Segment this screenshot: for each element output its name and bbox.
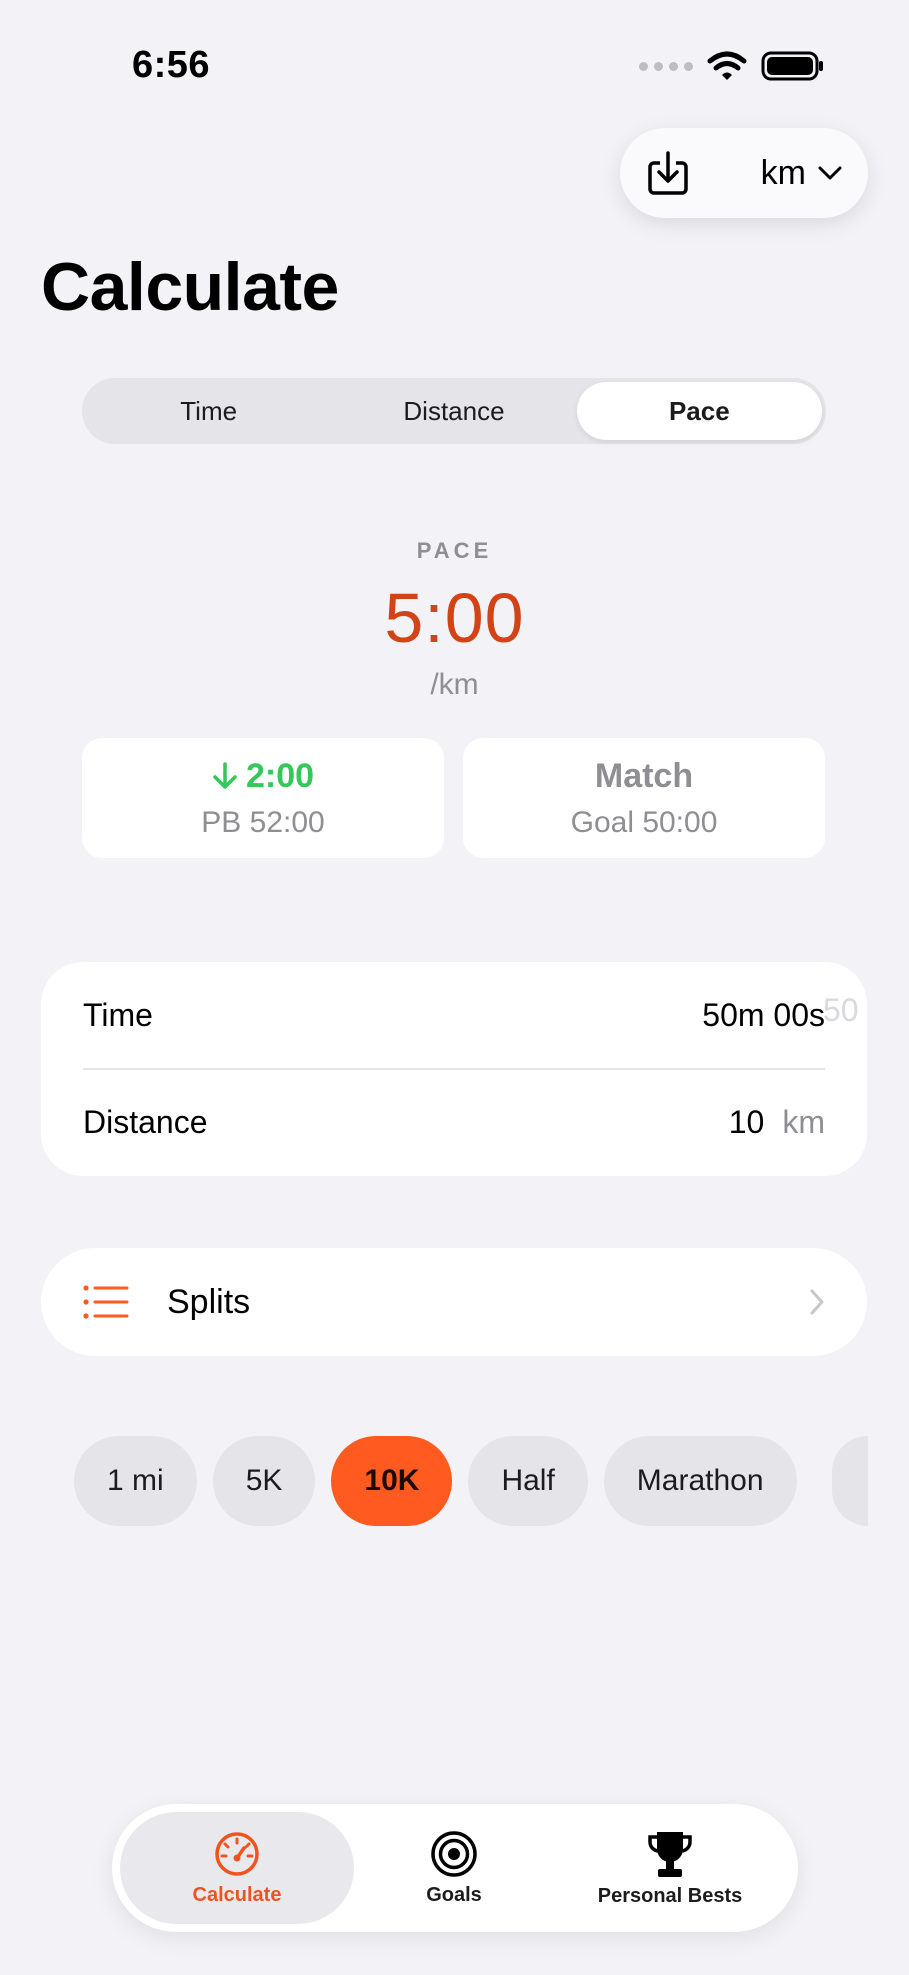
tab-calculate-label: Calculate — [192, 1883, 282, 1906]
preset-marathon[interactable]: Marathon — [603, 1436, 797, 1526]
list-icon — [83, 1285, 129, 1319]
result-unit: /km — [430, 668, 479, 701]
status-icons — [639, 50, 825, 82]
segment-distance[interactable]: Distance — [331, 382, 576, 440]
preset-10k[interactable]: 10K — [331, 1436, 453, 1526]
result-label: PACE — [416, 538, 493, 563]
cellular-signal-icon — [639, 61, 693, 71]
splits-label: Splits — [167, 1282, 251, 1321]
tab-personal-bests[interactable]: Personal Bests — [554, 1812, 786, 1924]
pb-comparison-card: 2:00 PB 52:00 — [82, 738, 444, 858]
segment-time[interactable]: Time — [86, 382, 331, 440]
goal-value: Goal 50:00 — [570, 805, 718, 839]
tab-calculate[interactable]: Calculate — [120, 1812, 354, 1924]
splits-row[interactable]: Splits — [41, 1248, 867, 1356]
pb-difference: 2:00 — [212, 757, 314, 796]
time-input[interactable]: 50m 00s — [702, 997, 825, 1034]
target-icon — [431, 1830, 477, 1877]
battery-icon — [761, 51, 823, 81]
time-row[interactable]: Time 50m 00s — [83, 962, 825, 1069]
chevron-right-icon — [810, 1289, 824, 1315]
preset-partial-chip[interactable] — [832, 1436, 868, 1526]
toolbar-pill: km — [620, 128, 868, 218]
status-time: 6:56 — [132, 44, 211, 86]
segment-pace[interactable]: Pace — [576, 382, 822, 440]
distance-input[interactable]: 10 — [729, 1104, 765, 1141]
pb-value: PB 52:00 — [201, 805, 325, 839]
chevron-down-icon — [818, 166, 842, 180]
tab-bar: Calculate Goals Personal Bests — [112, 1804, 798, 1932]
speedometer-icon — [215, 1831, 259, 1876]
preset-1mi[interactable]: 1 mi — [74, 1436, 197, 1526]
tab-goals-label: Goals — [426, 1883, 482, 1906]
page-title: Calculate — [41, 249, 339, 325]
result-value: 5:00 — [384, 579, 525, 657]
distance-presets: 1 mi 5K 10K Half Marathon — [74, 1436, 797, 1526]
distance-label: Distance — [83, 1104, 208, 1140]
distance-row[interactable]: Distance 10 km — [83, 1069, 825, 1176]
mode-segmented-control: Time Distance Pace — [82, 378, 826, 444]
goal-status: Match — [594, 756, 694, 795]
time-label: Time — [83, 997, 153, 1033]
distance-unit: km — [782, 1104, 825, 1140]
preset-5k[interactable]: 5K — [212, 1436, 316, 1526]
goal-comparison-card: Match Goal 50:00 — [463, 738, 825, 858]
trophy-icon — [648, 1831, 692, 1877]
preset-half[interactable]: Half — [468, 1436, 588, 1526]
unit-select[interactable]: km — [761, 154, 842, 193]
arrow-down-icon — [213, 762, 237, 789]
unit-select-label: km — [760, 153, 806, 192]
tab-goals[interactable]: Goals — [354, 1812, 554, 1924]
inputs-card: Time 50m 00s 50 Distance 10 km — [41, 962, 867, 1176]
tab-personal-bests-label: Personal Bests — [597, 1884, 743, 1907]
pb-difference-value: 2:00 — [245, 756, 315, 795]
import-icon[interactable] — [646, 149, 690, 197]
time-ghost-text: 50 — [823, 992, 859, 1028]
wifi-icon — [707, 51, 747, 80]
